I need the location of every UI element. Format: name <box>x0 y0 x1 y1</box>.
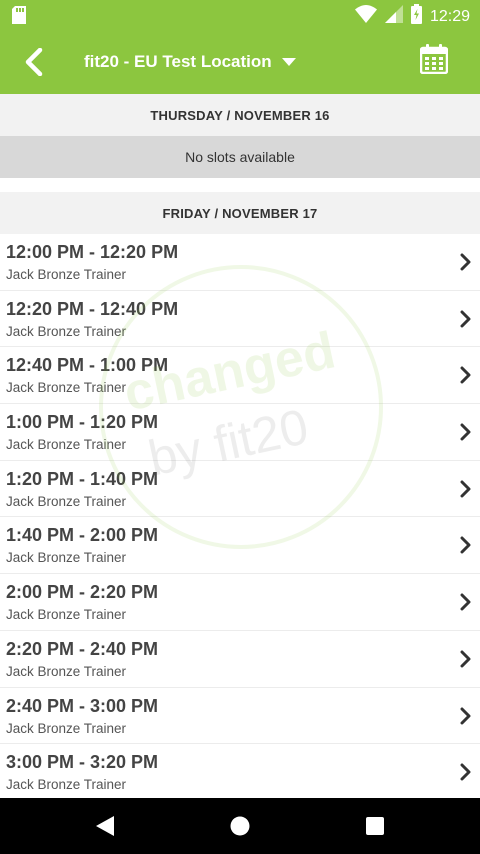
no-slots-message: No slots available <box>0 136 480 178</box>
chevron-right-icon <box>460 763 471 781</box>
slot-time: 1:20 PM - 1:40 PM <box>6 468 159 489</box>
slot-time: 2:00 PM - 2:20 PM <box>6 582 159 603</box>
chevron-right-icon <box>460 480 471 498</box>
time-slot-row[interactable]: 12:20 PM - 12:40 PM Jack Bronze Trainer <box>0 291 480 348</box>
chevron-right-icon <box>460 253 471 271</box>
time-slot-row[interactable]: 12:40 PM - 1:00 PM Jack Bronze Trainer <box>0 347 480 405</box>
time-slot-row[interactable]: 2:00 PM - 2:20 PM Jack Bronze Trainer <box>0 574 480 631</box>
nav-home-icon <box>230 816 250 836</box>
day-header: THURSDAY / NOVEMBER 16 <box>0 94 480 136</box>
slot-trainer: Jack Bronze Trainer <box>6 437 127 453</box>
slot-trainer: Jack Bronze Trainer <box>6 550 127 566</box>
wifi-icon <box>354 5 377 28</box>
chevron-right-icon <box>460 707 471 724</box>
slot-trainer: Jack Bronze Trainer <box>6 267 127 282</box>
slot-trainer: Jack Bronze Trainer <box>6 380 127 396</box>
time-slot-row[interactable]: 12:00 PM - 12:20 PM Jack Bronze Trainer <box>0 234 480 291</box>
chevron-right-icon <box>460 536 471 554</box>
chevron-right-icon <box>460 310 471 328</box>
chevron-right-icon <box>460 650 471 668</box>
slot-time: 2:20 PM - 2:40 PM <box>6 638 159 659</box>
time-slot-row[interactable]: 2:20 PM - 2:40 PM Jack Bronze Trainer <box>0 631 480 688</box>
time-slot-row[interactable]: 1:00 PM - 1:20 PM Jack Bronze Trainer <box>0 404 480 461</box>
section-gap <box>0 178 480 192</box>
chevron-right-icon <box>460 366 471 384</box>
time-slot-row[interactable]: 2:40 PM - 3:00 PM Jack Bronze Trainer <box>0 688 480 745</box>
nav-back-button[interactable] <box>93 814 117 838</box>
slot-trainer: Jack Bronze Trainer <box>6 607 127 623</box>
signal-icon <box>384 5 403 28</box>
slot-time: 1:40 PM - 2:00 PM <box>6 525 159 546</box>
time-slot-row[interactable]: 1:20 PM - 1:40 PM Jack Bronze Trainer <box>0 461 480 518</box>
time-slot-row[interactable]: 1:40 PM - 2:00 PM Jack Bronze Trainer <box>0 517 480 575</box>
slot-time: 12:20 PM - 12:40 PM <box>6 298 179 319</box>
calendar-icon <box>419 44 449 75</box>
location-selector[interactable]: fit20 - EU Test Location <box>84 30 296 94</box>
sd-card-icon <box>12 6 26 29</box>
slot-time: 12:40 PM - 1:00 PM <box>6 355 169 376</box>
slot-trainer: Jack Bronze Trainer <box>6 720 127 736</box>
day-header: FRIDAY / NOVEMBER 17 <box>0 192 480 234</box>
status-time: 12:29 <box>429 7 470 25</box>
slot-time: 3:00 PM - 3:20 PM <box>6 752 159 773</box>
nav-recents-button[interactable] <box>363 814 387 838</box>
time-slot-row[interactable]: 3:00 PM - 3:20 PM Jack Bronze Trainer <box>0 744 480 798</box>
slot-trainer: Jack Bronze Trainer <box>6 777 127 793</box>
nav-recents-icon <box>366 817 384 835</box>
slot-trainer: Jack Bronze Trainer <box>6 493 127 509</box>
nav-back-icon <box>96 816 114 836</box>
calendar-button[interactable] <box>419 44 454 78</box>
slot-time: 12:00 PM - 12:20 PM <box>6 242 179 262</box>
slot-time: 1:00 PM - 1:20 PM <box>6 412 159 433</box>
slot-list[interactable]: THURSDAY / NOVEMBER 16 No slots available… <box>0 94 480 798</box>
nav-home-button[interactable] <box>228 814 252 838</box>
back-arrow-icon <box>25 48 43 76</box>
caret-down-icon <box>281 58 296 66</box>
navigation-bar <box>0 798 480 854</box>
slot-trainer: Jack Bronze Trainer <box>6 663 127 679</box>
app-bar: fit20 - EU Test Location <box>0 30 480 94</box>
chevron-right-icon <box>460 593 471 611</box>
chevron-right-icon <box>460 423 471 441</box>
slot-time: 2:40 PM - 3:00 PM <box>6 695 159 716</box>
status-bar: 12:29 <box>0 0 480 30</box>
slot-trainer: Jack Bronze Trainer <box>6 323 127 339</box>
back-button[interactable] <box>14 44 54 80</box>
app-title: fit20 - EU Test Location <box>84 52 272 71</box>
battery-icon <box>410 4 422 29</box>
